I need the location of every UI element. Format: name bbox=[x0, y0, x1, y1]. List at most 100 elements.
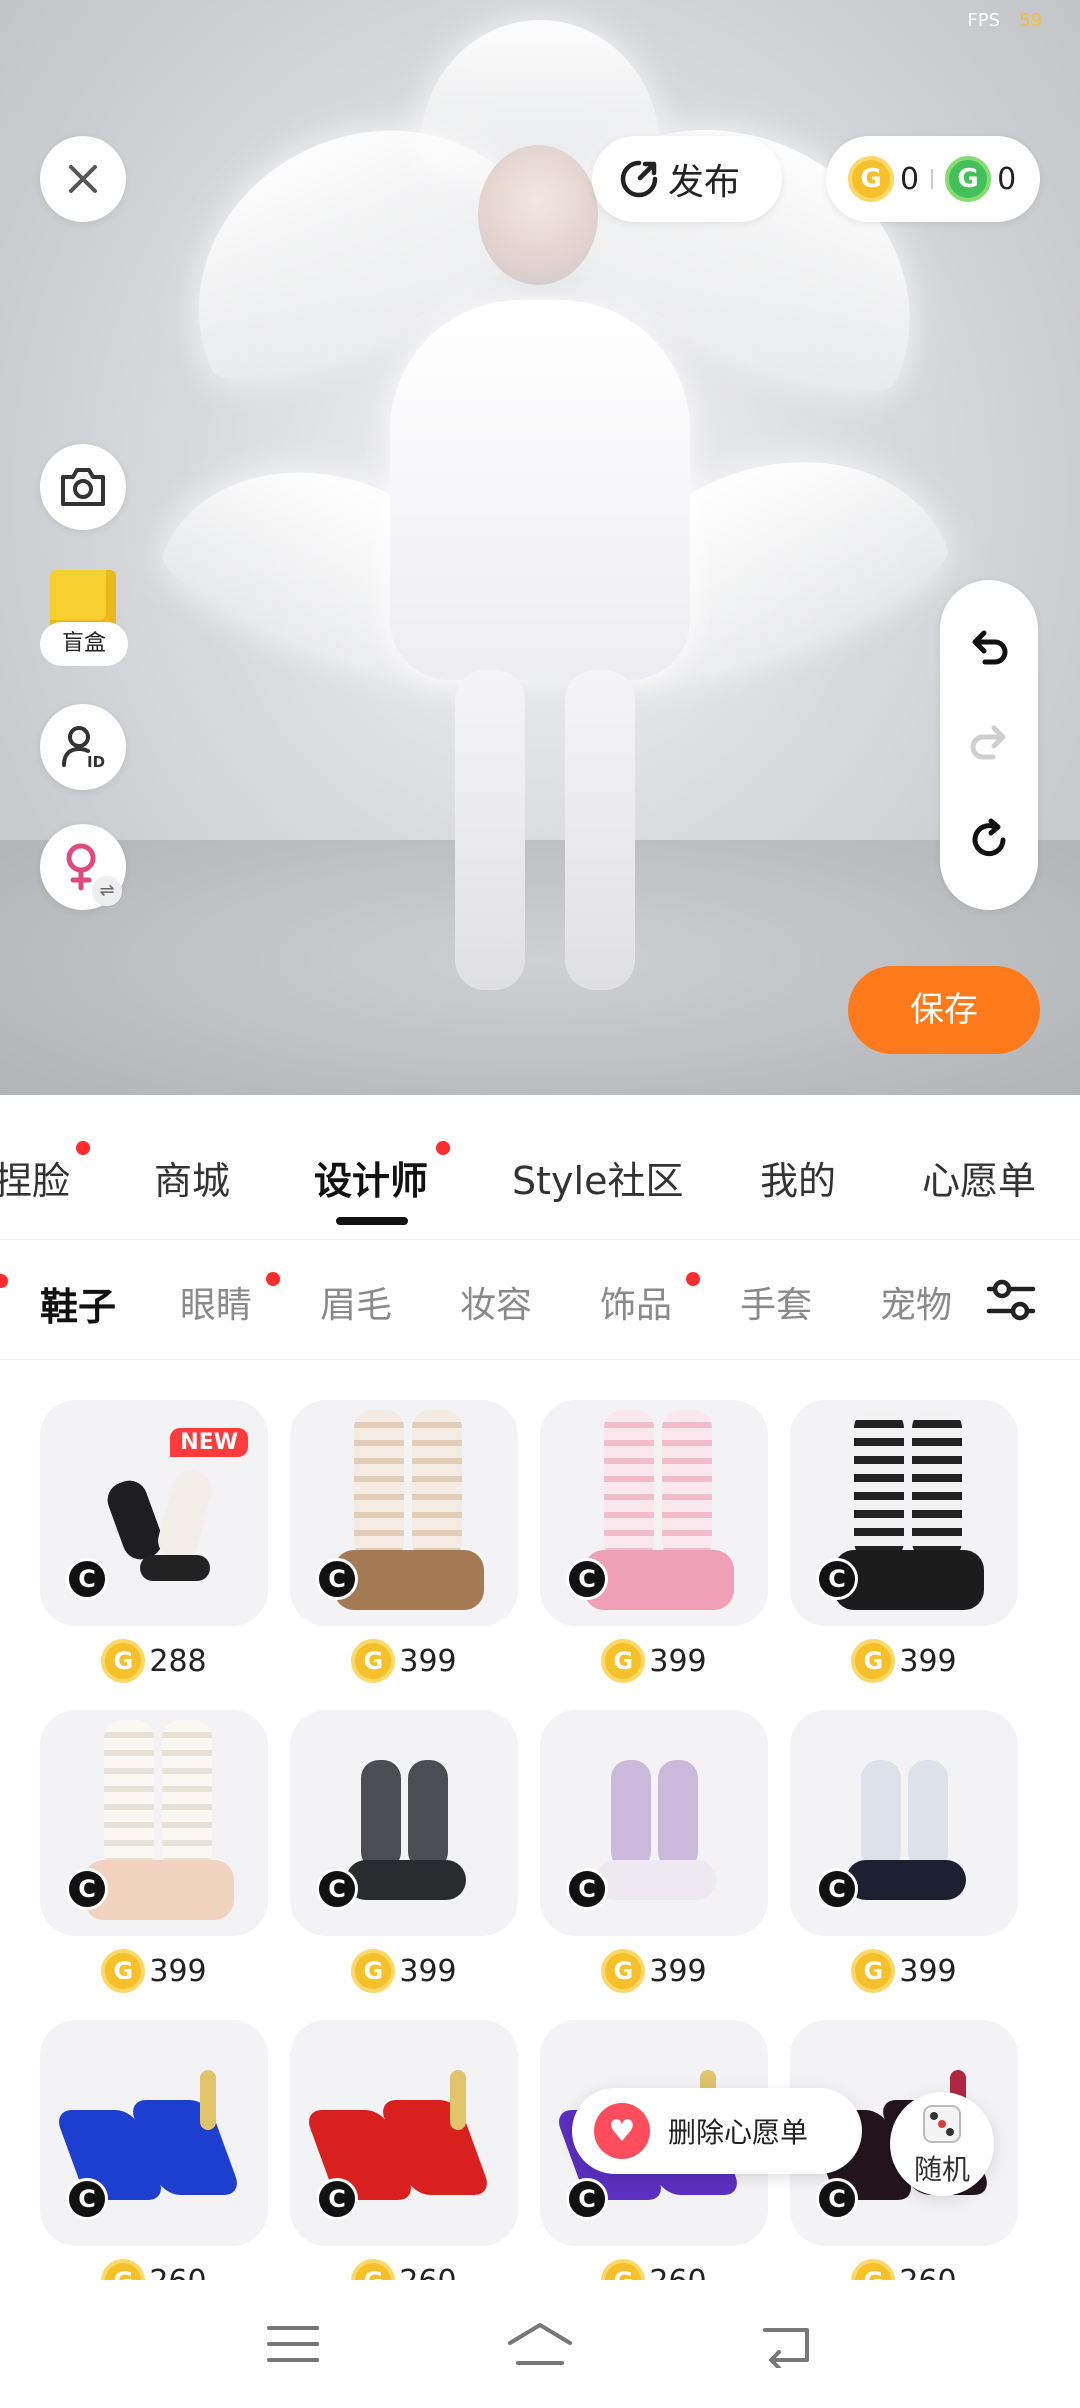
price-value: 399 bbox=[149, 1953, 207, 1989]
item-price: G 399 bbox=[790, 1626, 1018, 1696]
tab-wishlist[interactable]: 心愿单 bbox=[922, 1150, 1036, 1205]
item-card[interactable]: NEW C G 288 bbox=[40, 1400, 268, 1696]
price-value: 399 bbox=[899, 1953, 957, 1989]
tab-face[interactable]: 捏脸 bbox=[0, 1150, 70, 1205]
fps-value: 59 bbox=[1019, 10, 1042, 31]
gold-coin-icon: G bbox=[601, 2259, 646, 2280]
item-card[interactable]: C G 399 bbox=[790, 1710, 1018, 2006]
avatar-id-button[interactable]: ID bbox=[40, 704, 126, 790]
category-makeup[interactable]: 妆容 bbox=[460, 1276, 532, 1328]
price-value: 288 bbox=[149, 1643, 207, 1679]
item-thumbnail: NEW C bbox=[40, 1400, 268, 1626]
blind-box-button[interactable]: 盲盒 bbox=[40, 570, 128, 670]
avatar-dress bbox=[390, 300, 690, 680]
publish-button[interactable]: 发布 bbox=[592, 136, 782, 222]
category-eyes[interactable]: 眼睛 bbox=[180, 1276, 252, 1328]
creator-badge: C bbox=[66, 2178, 108, 2220]
item-thumbnail: C bbox=[790, 1400, 1018, 1626]
shoe-image bbox=[596, 1760, 716, 1910]
item-card[interactable]: C G260 bbox=[40, 2020, 268, 2280]
close-icon bbox=[69, 165, 97, 193]
home-button[interactable] bbox=[500, 2304, 580, 2384]
category-pets[interactable]: 宠物 bbox=[880, 1276, 950, 1328]
reset-icon[interactable] bbox=[967, 818, 1011, 862]
item-price: G 399 bbox=[40, 1936, 268, 2006]
avatar-head bbox=[478, 145, 598, 285]
close-button[interactable] bbox=[40, 136, 126, 222]
item-price: G 288 bbox=[40, 1626, 268, 1696]
creator-badge: C bbox=[566, 2178, 608, 2220]
creator-badge: C bbox=[566, 1558, 608, 1600]
remove-wishlist-button[interactable]: ♥ 删除心愿单 bbox=[572, 2088, 862, 2174]
price-value: 260 bbox=[399, 2264, 456, 2281]
item-card[interactable]: C G 399 bbox=[540, 1400, 768, 1696]
currency-bar[interactable]: G 0 G 0 bbox=[826, 136, 1040, 222]
category-gloves[interactable]: 手套 bbox=[740, 1276, 812, 1328]
gender-switch-button[interactable]: ⇌ bbox=[40, 824, 126, 910]
gold-coin-icon: G bbox=[351, 1639, 396, 1683]
item-card[interactable]: C G 399 bbox=[790, 1400, 1018, 1696]
creator-badge: C bbox=[816, 1868, 858, 1910]
item-thumbnail: C bbox=[540, 1400, 768, 1626]
menu-icon bbox=[267, 2326, 320, 2362]
item-thumbnail: C bbox=[790, 1710, 1018, 1936]
tab-shop[interactable]: 商城 bbox=[154, 1150, 230, 1205]
creator-badge: C bbox=[316, 1558, 358, 1600]
svg-text:ID: ID bbox=[87, 753, 105, 771]
filter-icon[interactable] bbox=[985, 1276, 1037, 1324]
avatar-preview[interactable]: FPS 59 发布 G 0 G 0 盲盒 ID ⇌ 保存 bbox=[0, 0, 1080, 1095]
price-value: 399 bbox=[899, 1643, 957, 1679]
random-button[interactable]: 随机 bbox=[890, 2092, 994, 2196]
creator-badge: C bbox=[66, 1558, 108, 1600]
item-price: G260 bbox=[790, 2246, 1018, 2280]
creator-badge: C bbox=[566, 1868, 608, 1910]
item-card[interactable]: C G 399 bbox=[290, 1400, 518, 1696]
price-value: 260 bbox=[149, 2264, 206, 2281]
avatar-legs bbox=[455, 670, 635, 990]
heart-icon: ♥ bbox=[594, 2103, 650, 2159]
swap-icon: ⇌ bbox=[92, 876, 122, 906]
category-eyes-dot bbox=[266, 1272, 280, 1286]
category-tab-bar: 鞋子 眼睛 眉毛 妆容 饰品 手套 宠物 bbox=[0, 1240, 1080, 1360]
item-price: G 399 bbox=[540, 1626, 768, 1696]
tab-designer-dot bbox=[436, 1141, 450, 1155]
item-price: G 399 bbox=[790, 1936, 1018, 2006]
undo-icon[interactable] bbox=[967, 628, 1011, 668]
redo-icon[interactable] bbox=[967, 723, 1011, 763]
gold-coin-icon: G bbox=[351, 1949, 396, 1993]
item-thumbnail: C bbox=[40, 2020, 268, 2246]
blind-box-label: 盲盒 bbox=[40, 622, 128, 666]
back-button[interactable] bbox=[747, 2304, 827, 2384]
camera-button[interactable] bbox=[40, 444, 126, 530]
edit-history-panel bbox=[940, 580, 1038, 910]
category-shoes[interactable]: 鞋子 bbox=[40, 1276, 116, 1331]
creator-badge: C bbox=[66, 1868, 108, 1910]
item-price: G 399 bbox=[290, 1626, 518, 1696]
item-card[interactable]: C G 399 bbox=[40, 1710, 268, 2006]
tab-mine[interactable]: 我的 bbox=[760, 1150, 836, 1205]
shoe-image bbox=[584, 1410, 734, 1620]
dice-icon bbox=[923, 2105, 961, 2143]
price-value: 399 bbox=[649, 1643, 707, 1679]
shoe-image bbox=[846, 1760, 966, 1910]
item-thumbnail: C bbox=[290, 1400, 518, 1626]
creator-badge: C bbox=[816, 2178, 858, 2220]
shoe-image bbox=[346, 1760, 466, 1910]
item-card[interactable]: C G 399 bbox=[290, 1710, 518, 2006]
category-accessories-dot bbox=[686, 1272, 700, 1286]
category-dot-left bbox=[0, 1274, 8, 1288]
creator-badge: C bbox=[816, 1558, 858, 1600]
price-value: 399 bbox=[399, 1953, 457, 1989]
menu-button[interactable] bbox=[253, 2304, 333, 2384]
category-accessories[interactable]: 饰品 bbox=[600, 1276, 672, 1328]
tab-designer[interactable]: 设计师 bbox=[314, 1150, 428, 1205]
tab-style-community[interactable]: Style社区 bbox=[512, 1150, 683, 1205]
category-eyebrows[interactable]: 眉毛 bbox=[320, 1276, 392, 1328]
gold-coin-count: 0 bbox=[900, 161, 920, 197]
user-id-icon: ID bbox=[62, 726, 105, 771]
camera-icon bbox=[61, 468, 105, 506]
save-button[interactable]: 保存 bbox=[848, 966, 1040, 1054]
item-card[interactable]: C G 399 bbox=[540, 1710, 768, 2006]
item-card[interactable]: C G260 bbox=[290, 2020, 518, 2280]
gold-coin-icon: G bbox=[351, 2259, 396, 2280]
